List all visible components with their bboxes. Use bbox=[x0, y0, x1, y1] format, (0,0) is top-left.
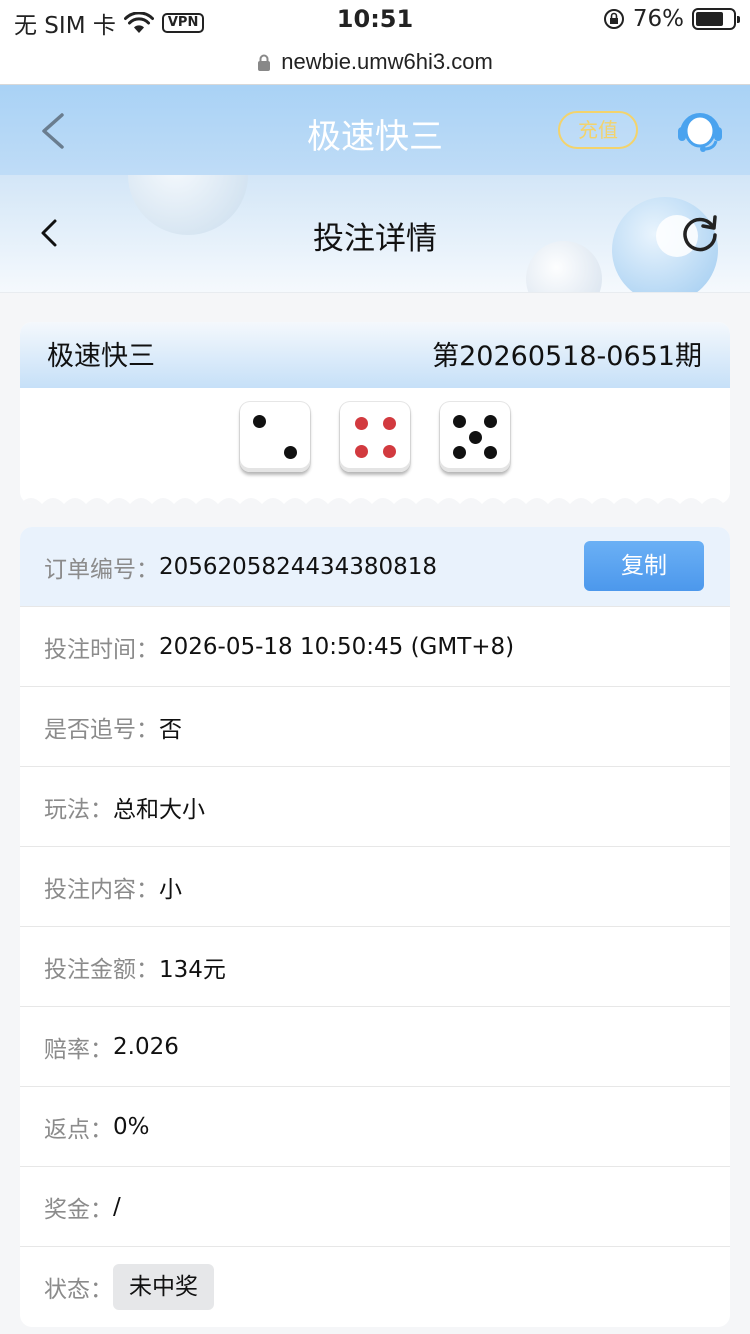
die-pip bbox=[253, 415, 267, 429]
content-value: 小 bbox=[159, 876, 182, 903]
copy-button[interactable]: 复制 bbox=[584, 541, 704, 591]
rotation-lock-icon bbox=[603, 9, 624, 29]
page-title: 投注详情 bbox=[313, 221, 437, 257]
die-pip bbox=[354, 416, 368, 430]
odds-value: 2.026 bbox=[113, 1033, 179, 1060]
detail-row-rebate: 返点： 0% bbox=[20, 1087, 730, 1167]
lock-icon bbox=[258, 54, 271, 71]
die-icon bbox=[240, 402, 310, 472]
wavy-edge-path bbox=[20, 498, 730, 504]
battery-icon bbox=[692, 8, 740, 30]
rebate-value: 0% bbox=[113, 1113, 150, 1140]
die-pip bbox=[483, 445, 497, 459]
prize-value: / bbox=[113, 1193, 121, 1220]
detail-row-content: 投注内容： 小 bbox=[20, 847, 730, 927]
chase-label: 是否追号： bbox=[44, 716, 159, 743]
die-pip bbox=[283, 445, 297, 459]
detail-row-amount: 投注金额： 134元 bbox=[20, 927, 730, 1007]
odds-label: 赔率： bbox=[44, 1036, 113, 1063]
content-label: 投注内容： bbox=[44, 876, 159, 903]
die-icon bbox=[440, 402, 510, 472]
order-no-label: 订单编号： bbox=[44, 556, 159, 583]
status-right: 76% bbox=[603, 6, 740, 32]
detail-row-odds: 赔率： 2.026 bbox=[20, 1007, 730, 1087]
detail-row-play: 玩法： 总和大小 bbox=[20, 767, 730, 847]
status-label: 状态： bbox=[44, 1277, 113, 1303]
refresh-icon[interactable] bbox=[680, 213, 720, 253]
prize-label: 奖金： bbox=[44, 1196, 113, 1223]
amount-label: 投注金额： bbox=[44, 956, 159, 983]
result-card: 极速快三 第20260518-0651期 bbox=[20, 322, 730, 504]
amount-value: 134元 bbox=[159, 956, 226, 983]
sub-header: 投注详情 bbox=[0, 175, 750, 293]
die-pip bbox=[468, 430, 482, 444]
recharge-button[interactable]: 充值 bbox=[558, 111, 638, 149]
die-pip bbox=[453, 445, 467, 459]
rebate-label: 返点： bbox=[44, 1116, 113, 1143]
die-icon bbox=[340, 402, 410, 472]
result-header: 极速快三 第20260518-0651期 bbox=[20, 322, 730, 388]
chase-value: 否 bbox=[159, 716, 182, 743]
die-pip bbox=[382, 444, 396, 458]
die-pip bbox=[382, 416, 396, 430]
die-pip bbox=[453, 415, 467, 429]
order-no-value: 2056205824434380818 bbox=[159, 553, 438, 580]
detail-row-status: 状态： 未中奖 bbox=[20, 1247, 730, 1327]
detail-row-bet-time: 投注时间： 2026-05-18 10:50:45 (GMT+8) bbox=[20, 607, 730, 687]
bet-time-label: 投注时间： bbox=[44, 636, 159, 663]
url-bar[interactable]: newbie.umw6hi3.com bbox=[0, 40, 750, 85]
bet-time-value: 2026-05-18 10:50:45 (GMT+8) bbox=[159, 633, 515, 660]
app-header: 极速快三 充值 bbox=[0, 85, 750, 175]
play-label: 玩法： bbox=[44, 796, 113, 823]
battery-fill bbox=[696, 12, 724, 26]
game-name: 极速快三 bbox=[47, 340, 155, 372]
url-text: newbie.umw6hi3.com bbox=[281, 49, 493, 74]
dice-row bbox=[20, 402, 730, 472]
issue-number: 第20260518-0651期 bbox=[432, 340, 702, 372]
detail-row-prize: 奖金： / bbox=[20, 1167, 730, 1247]
play-value: 总和大小 bbox=[113, 796, 205, 823]
wavy-edge bbox=[20, 498, 730, 504]
die-pip bbox=[354, 444, 368, 458]
detail-row-order-no: 订单编号： 2056205824434380818 复制 bbox=[20, 527, 730, 607]
die-pip bbox=[483, 415, 497, 429]
bet-details: 订单编号： 2056205824434380818 复制 投注时间： 2026-… bbox=[20, 527, 730, 1327]
status-badge: 未中奖 bbox=[113, 1264, 214, 1310]
status-bar: 无 SIM 卡 VPN 10:51 76% bbox=[0, 0, 750, 40]
headset-icon[interactable] bbox=[676, 107, 724, 153]
detail-row-chase: 是否追号： 否 bbox=[20, 687, 730, 767]
battery-percent: 76% bbox=[632, 6, 684, 32]
